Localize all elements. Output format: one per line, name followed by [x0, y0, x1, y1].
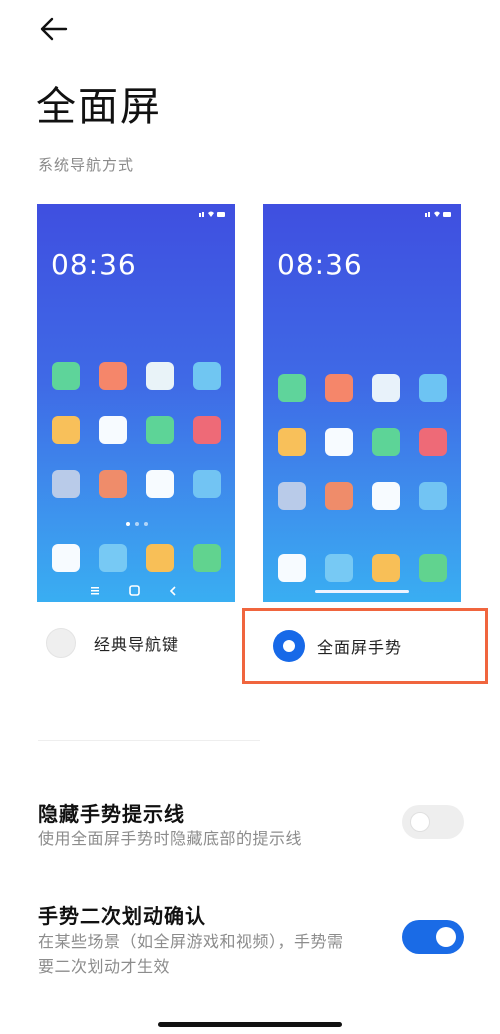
clock-display: 08:36 [277, 248, 363, 281]
app-icon [99, 416, 127, 444]
option-gesture-nav[interactable]: 全面屏手势 [273, 630, 402, 662]
app-icon [325, 428, 353, 456]
page-title: 全面屏 [36, 84, 162, 130]
back-button[interactable] [34, 14, 74, 44]
app-icon [372, 554, 400, 582]
app-icon [325, 374, 353, 402]
app-icon [52, 470, 80, 498]
option-gesture-label: 全面屏手势 [317, 638, 403, 657]
app-icon [99, 544, 127, 572]
app-icon [278, 554, 306, 582]
radio-gesture-selected[interactable] [273, 630, 305, 662]
app-icon [52, 416, 80, 444]
app-icon [372, 374, 400, 402]
radio-classic[interactable] [46, 628, 76, 658]
app-icon [278, 482, 306, 510]
setting-double-swipe-desc-1: 在某些场景（如全屏游戏和视频），手势需 [38, 932, 344, 951]
toggle-knob [410, 812, 430, 832]
toggle-double-swipe-confirm[interactable] [402, 920, 464, 954]
app-icon [419, 482, 447, 510]
setting-double-swipe-desc-2: 要二次划动才生效 [38, 957, 171, 976]
app-icon [146, 362, 174, 390]
app-icon [325, 554, 353, 582]
setting-hide-hint-title: 隐藏手势提示线 [38, 802, 185, 826]
app-icon [372, 428, 400, 456]
toggle-hide-hint[interactable] [402, 805, 464, 839]
app-icon [99, 470, 127, 498]
divider [38, 740, 260, 741]
app-icon [419, 428, 447, 456]
nav-buttons [91, 585, 176, 596]
app-icon [419, 554, 447, 582]
app-icon [146, 416, 174, 444]
app-icon [99, 362, 127, 390]
app-icon [278, 428, 306, 456]
app-icon [193, 544, 221, 572]
option-classic-label: 经典导航键 [94, 635, 180, 654]
app-icon [52, 362, 80, 390]
status-icons [425, 211, 451, 217]
app-icon [193, 470, 221, 498]
app-icon [146, 470, 174, 498]
app-icon [419, 374, 447, 402]
app-icon [193, 362, 221, 390]
gesture-nav-preview[interactable]: 08:36 [263, 204, 461, 602]
status-icons [199, 211, 225, 217]
setting-hide-hint-desc: 使用全面屏手势时隐藏底部的提示线 [38, 829, 303, 848]
app-icon [372, 482, 400, 510]
clock-display: 08:36 [51, 248, 137, 281]
app-icon [325, 482, 353, 510]
app-icon [146, 544, 174, 572]
option-classic-nav[interactable]: 经典导航键 [46, 628, 179, 658]
page-dots [126, 522, 148, 526]
toggle-knob [436, 927, 456, 947]
app-icon [278, 374, 306, 402]
home-indicator [158, 1022, 342, 1027]
gesture-indicator-line [315, 590, 409, 593]
app-icon [193, 416, 221, 444]
classic-nav-preview[interactable]: 08:36 [37, 204, 235, 602]
setting-double-swipe-title: 手势二次划动确认 [38, 904, 206, 928]
section-label: 系统导航方式 [38, 156, 135, 174]
app-icon [52, 544, 80, 572]
arrow-left-icon [40, 17, 68, 41]
